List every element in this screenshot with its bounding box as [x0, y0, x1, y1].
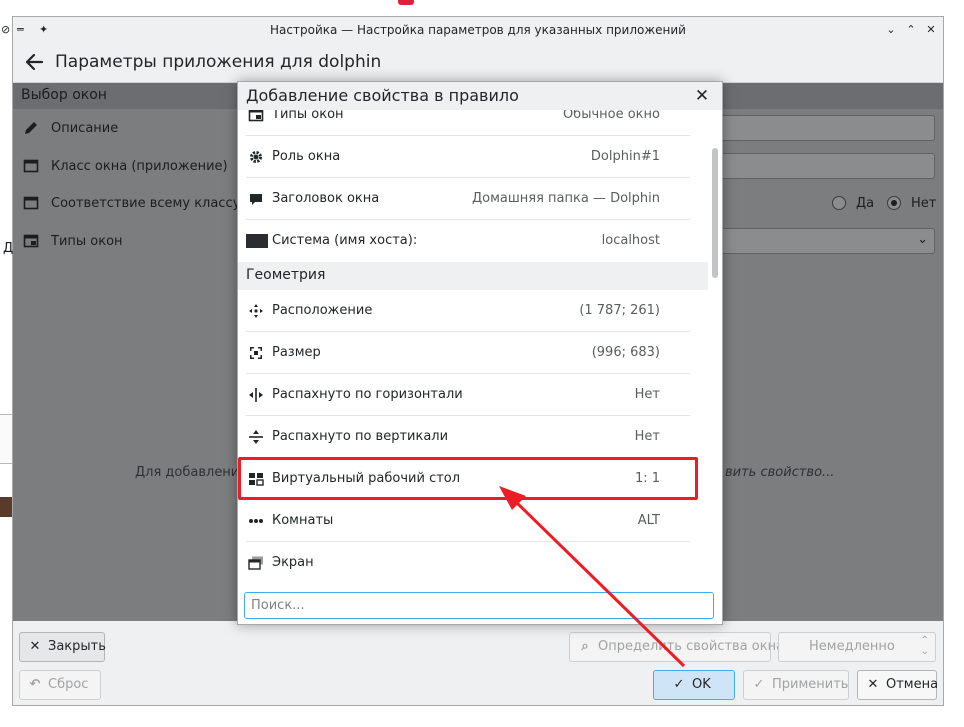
cancel-button[interactable]: ✕ Отмена [857, 670, 938, 700]
list-item[interactable]: Система (имя хоста): localhost [238, 220, 708, 262]
ok-button[interactable]: ✓ OK [653, 670, 735, 700]
left-fragment-text: Д [3, 241, 14, 256]
immediately-spinbox[interactable]: Немедленно ⌃ ⌄ [778, 632, 936, 662]
match-class-label: Соответствие всему классу ок [51, 196, 261, 211]
close-icon: ✕ [867, 677, 879, 692]
speech-bubble-icon [250, 194, 262, 205]
monitor-icon [246, 234, 268, 248]
close-button[interactable]: ✕ Закрыть [19, 632, 106, 662]
undo-icon: ↶ [29, 677, 41, 692]
resize-icon [250, 347, 262, 359]
radio-no-dot [891, 200, 897, 206]
description-label: Описание [51, 121, 119, 136]
window-types-icon [23, 234, 39, 248]
maximize-icon[interactable]: ⌃ [901, 17, 921, 43]
property-list: Типы окон Обычное окно Роль окна Dolphin… [238, 110, 708, 586]
gear-icon [250, 151, 262, 163]
spin-down-icon[interactable]: ⌄ [921, 638, 929, 666]
maximize-vertical-icon [249, 430, 263, 444]
dialog-close-icon[interactable]: ✕ [690, 84, 714, 108]
group-header-geometry: Геометрия [238, 262, 708, 290]
pin-icon[interactable]: ✦ [39, 17, 48, 43]
list-item[interactable]: Размер (996; 683) [238, 332, 708, 374]
checkmark-icon: ✓ [673, 677, 685, 692]
back-arrow-icon[interactable] [23, 51, 45, 73]
dialog-header: Добавление свойства в правило ✕ [238, 82, 722, 110]
annotation-highlight-box [238, 457, 698, 500]
list-item[interactable]: Распахнуто по горизонтали Нет [238, 374, 708, 416]
pencil-icon [25, 122, 37, 134]
radio-yes[interactable] [832, 196, 846, 210]
scrollbar-thumb[interactable] [712, 148, 718, 278]
search-input[interactable] [245, 593, 713, 618]
list-item[interactable]: Расположение (1 787; 261) [238, 290, 708, 332]
desktop-photo-fragment [0, 497, 12, 517]
window-class-label: Класс окна (приложение) [51, 159, 228, 174]
search-icon: ⌕ [581, 639, 589, 654]
radio-no-label: Нет [911, 196, 937, 211]
hint-text-right: вить свойство... [725, 465, 835, 480]
list-item[interactable]: Роль окна Dolphin#1 [238, 136, 708, 178]
list-scrollbar[interactable] [708, 110, 722, 586]
maximize-horizontal-icon [249, 388, 263, 402]
window-title: Настройка — Настройка параметров для ука… [270, 23, 686, 37]
add-property-dialog: Добавление свойства в правило ✕ Типы око… [237, 81, 723, 625]
move-icon [249, 304, 263, 318]
dialog-title: Добавление свойства в правило [246, 86, 519, 105]
chevron-down-icon: ⌄ [917, 232, 928, 247]
activities-icon [249, 519, 263, 523]
window-types-label: Типы окон [51, 234, 123, 249]
desktop-red-tab [398, 0, 414, 5]
desktop-left-strip [0, 16, 12, 727]
search-field[interactable] [244, 592, 714, 619]
list-item[interactable]: Типы окон Обычное окно [238, 110, 708, 136]
page-title: Параметры приложения для dolphin [55, 52, 382, 72]
title-bar: Настройка — Настройка параметров для ука… [13, 17, 943, 43]
section-title: Выбор окон [21, 87, 107, 103]
list-item[interactable]: Экран [238, 542, 708, 584]
desktop-top-strip [0, 0, 964, 16]
close-icon: ✕ [29, 639, 41, 654]
window-menu-icon[interactable]: ═ [17, 17, 24, 43]
hint-text-left: Для добавления [135, 465, 248, 480]
desktop-fragment [0, 414, 12, 464]
reset-button[interactable]: ↶ Сброс [19, 670, 101, 700]
window-class-field[interactable] [713, 153, 935, 179]
detect-properties-button[interactable]: ⌕ Определить свойства окна [569, 632, 784, 662]
description-field[interactable] [713, 115, 935, 141]
desktop-right-strip [944, 16, 964, 727]
close-window-icon[interactable]: ✕ [921, 17, 941, 43]
apply-button[interactable]: ✓ Применить [743, 670, 849, 700]
screen-icon [248, 556, 263, 570]
window-class-icon [23, 159, 39, 173]
match-class-icon [23, 196, 39, 210]
minimize-icon[interactable]: ⌄ [881, 17, 901, 43]
window-type-icon [248, 110, 264, 122]
page-header: Параметры приложения для dolphin [13, 43, 943, 83]
list-item[interactable]: Комнаты ALT [238, 500, 708, 542]
radio-yes-label: Да [856, 196, 875, 211]
radio-no[interactable] [887, 196, 901, 210]
list-item[interactable]: Распахнуто по вертикали Нет [238, 416, 708, 458]
window-footer: ✕ Закрыть ↶ Сброс ⌕ Определить свойства окн… [13, 621, 943, 705]
list-item[interactable]: Заголовок окна Домашняя папка — Dolphin [238, 178, 708, 220]
window-types-combo[interactable]: ⌄ [713, 228, 935, 254]
checkmark-icon: ✓ [753, 677, 765, 692]
app-menu-icon[interactable]: ⊘ [1, 17, 10, 43]
